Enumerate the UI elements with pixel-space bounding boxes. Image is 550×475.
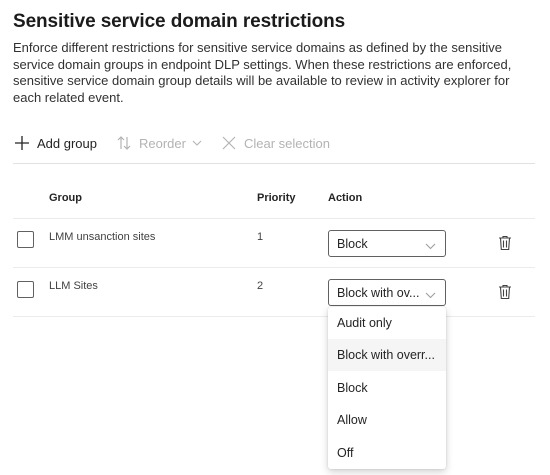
dropdown-option-allow[interactable]: Allow [328, 404, 446, 436]
action-select[interactable]: Block with ov... [328, 279, 446, 306]
row-checkbox[interactable] [17, 281, 34, 298]
column-header-group[interactable]: Group [49, 192, 82, 204]
row-checkbox[interactable] [17, 231, 34, 248]
dropdown-option-off[interactable]: Off [328, 437, 446, 469]
row-priority: 2 [257, 280, 264, 292]
row-priority: 1 [257, 231, 264, 243]
toolbar: Add group Reorder Clear selection [13, 130, 348, 156]
action-dropdown-menu: Audit only Block with overr... Block All… [328, 307, 446, 469]
column-header-priority[interactable]: Priority [257, 192, 296, 204]
close-icon [220, 134, 238, 152]
dropdown-option-audit-only[interactable]: Audit only [328, 307, 446, 339]
chevron-down-icon [192, 140, 202, 146]
reorder-icon [115, 134, 133, 152]
reorder-button[interactable]: Reorder [115, 134, 202, 152]
plus-icon [13, 134, 31, 152]
toolbar-divider [13, 163, 535, 164]
action-select[interactable]: Block [328, 230, 446, 257]
column-header-action[interactable]: Action [328, 192, 362, 204]
add-group-button[interactable]: Add group [13, 134, 97, 152]
delete-icon[interactable] [498, 284, 512, 300]
add-group-label: Add group [37, 135, 97, 151]
dropdown-option-block-with-override[interactable]: Block with overr... [328, 339, 446, 371]
delete-icon[interactable] [498, 235, 512, 251]
reorder-label: Reorder [139, 135, 186, 151]
chevron-down-icon [425, 239, 436, 253]
row-divider [13, 316, 535, 317]
clear-selection-button[interactable]: Clear selection [220, 134, 330, 152]
page-title: Sensitive service domain restrictions [13, 11, 346, 32]
clear-selection-label: Clear selection [243, 135, 330, 151]
action-select-value: Block [337, 236, 368, 251]
row-divider [13, 267, 535, 268]
row-group-name: LMM unsanction sites [49, 231, 156, 243]
action-select-value: Block with ov... [337, 285, 420, 300]
chevron-down-icon [425, 288, 436, 302]
dropdown-option-block[interactable]: Block [328, 372, 446, 404]
page-description: Enforce different restrictions for sensi… [13, 40, 512, 105]
header-divider [13, 218, 535, 219]
row-group-name: LLM Sites [49, 280, 98, 292]
